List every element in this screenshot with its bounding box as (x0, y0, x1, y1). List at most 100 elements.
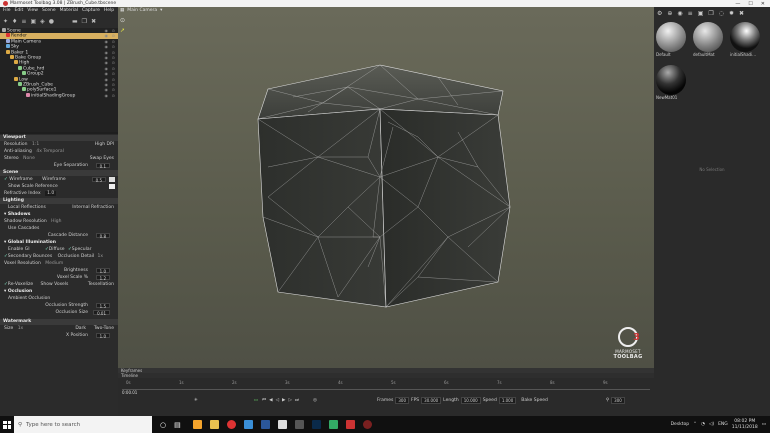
app-icon-4[interactable] (243, 420, 253, 429)
voxel-scale-field[interactable]: 1.2 (95, 275, 110, 281)
material-newmat01[interactable]: NewMat01 (656, 65, 688, 100)
occ-strength-field[interactable]: 1.5 (95, 303, 110, 309)
search-input[interactable]: Type here to search (26, 422, 80, 428)
record-icon[interactable]: ▭ (254, 398, 258, 403)
link-icon[interactable]: ⊕ (667, 10, 672, 17)
end-frame-field[interactable]: 300 (611, 396, 625, 404)
desktop-toolbar[interactable]: Desktop (671, 422, 690, 427)
skip-end-icon[interactable]: ⏭ (295, 397, 299, 403)
word-icon[interactable] (260, 420, 270, 429)
step-forward-icon[interactable]: ▷ (289, 398, 292, 403)
trash-icon[interactable]: ✖ (739, 10, 744, 17)
scale-color-swatch[interactable] (109, 184, 115, 189)
play-reverse-icon[interactable]: ◁ (276, 398, 279, 403)
gear-icon[interactable]: ✹ (729, 10, 734, 17)
cascade-field[interactable]: 0.8 (95, 233, 110, 239)
show-scale-toggle[interactable]: Show Scale Reference (8, 184, 58, 189)
xpos-field[interactable]: 1.0 (95, 333, 110, 339)
clock[interactable]: 08:02 PM 11/11/2018 (732, 419, 758, 430)
list-icon[interactable]: ≡ (21, 18, 26, 25)
length-field[interactable]: 10.000 (460, 396, 481, 404)
trash-icon[interactable]: ✖ (91, 18, 96, 25)
store-icon[interactable] (294, 420, 304, 429)
network-icon[interactable]: ◔ (701, 422, 705, 427)
timeline-header[interactable]: Timeline (118, 373, 654, 378)
frames-field[interactable]: 300 (395, 396, 409, 404)
local-reflections-toggle[interactable]: Local Reflections (8, 205, 46, 210)
two-tone-toggle[interactable]: Two-Tone (94, 325, 114, 332)
folder-icon[interactable]: ▣ (698, 10, 704, 17)
brightness-field[interactable]: 1.0 (95, 268, 110, 274)
refractive-field[interactable]: 1.0 (45, 191, 57, 196)
swap-eyes-toggle[interactable]: Swap Eyes (90, 155, 114, 162)
task-view-icon[interactable]: ▤ (174, 421, 181, 429)
bulb-icon[interactable]: ♦ (12, 18, 17, 25)
chrome-icon[interactable] (226, 420, 236, 429)
enable-gi-toggle[interactable]: Enable GI (8, 247, 30, 252)
occlusion-detail-dropdown[interactable]: 1x (98, 254, 104, 259)
material-defaultmat[interactable]: defaultMat (693, 22, 725, 57)
copy-icon[interactable]: ❐ (708, 10, 713, 17)
fps-field[interactable]: 30.000 (421, 396, 442, 404)
speed-field[interactable]: 1.000 (498, 396, 517, 404)
key-icon[interactable]: ✳ (194, 398, 198, 403)
material-default[interactable]: Default (656, 22, 688, 57)
bake-speed-button[interactable]: Bake Speed (521, 398, 548, 403)
stereo-dropdown[interactable]: None (23, 156, 35, 161)
taskbar-search[interactable]: ⚲ Type here to search (14, 416, 152, 433)
voxel-res-dropdown[interactable]: Medium (45, 261, 63, 266)
menu-material[interactable]: Material (60, 8, 78, 13)
menu-edit[interactable]: Edit (15, 8, 24, 13)
light-icon[interactable]: ✦ (3, 18, 8, 25)
eye-separation-field[interactable]: 0.1 (95, 163, 110, 169)
internal-refraction-toggle[interactable]: Internal Refraction (72, 204, 114, 211)
camera-icon[interactable]: ▣ (30, 18, 36, 25)
sphere-icon[interactable]: ● (49, 18, 54, 25)
menu-help[interactable]: Help (104, 8, 114, 13)
language-indicator[interactable]: ENG (718, 422, 728, 427)
time-ruler[interactable]: 0s 1s 2s 3s 4s 5s 6s 7s 8s 9s (122, 380, 650, 390)
resolution-dropdown[interactable]: 1:1 (32, 142, 39, 147)
menu-scene[interactable]: Scene (42, 8, 56, 13)
maximize-button[interactable]: ☐ (748, 1, 752, 7)
pin-icon[interactable]: ⚲ (606, 398, 609, 403)
folder-icon[interactable]: ▬ (72, 18, 78, 25)
mesh-icon[interactable]: ◈ (40, 18, 45, 25)
shadow-res-dropdown[interactable]: High (51, 219, 61, 224)
antialias-dropdown[interactable]: 4x Temporal (36, 149, 64, 154)
notifications-icon[interactable]: ▭ (762, 422, 766, 427)
start-button[interactable] (0, 416, 14, 433)
menu-capture[interactable]: Capture (82, 8, 100, 13)
close-button[interactable]: ✕ (761, 1, 765, 7)
list-icon[interactable]: ≡ (688, 10, 693, 17)
settings-icon[interactable]: ⚙ (657, 10, 662, 17)
wireframe-checkbox[interactable]: ✓ (4, 177, 8, 182)
play-icon[interactable]: ▶ (282, 398, 285, 403)
app-icon-1[interactable] (192, 420, 202, 429)
material-initialshading[interactable]: initialShadi... (730, 22, 762, 57)
visibility-icon[interactable]: ◉ (105, 93, 109, 98)
menu-view[interactable]: View (27, 8, 38, 13)
step-back-icon[interactable]: ◀ (269, 398, 272, 403)
wireframe-color-swatch[interactable] (109, 177, 115, 182)
photoshop-icon[interactable] (311, 420, 321, 429)
use-cascades-toggle[interactable]: Use Cascades (8, 226, 39, 231)
mail-icon[interactable] (277, 420, 287, 429)
outliner-item[interactable]: initialShadingGroup ◉ ⊙ (0, 92, 118, 98)
show-voxels-button[interactable]: Show Voxels (41, 282, 69, 287)
revoxelize-button[interactable]: Re-Voxelize (8, 282, 33, 287)
loop-icon[interactable]: ◎ (313, 398, 317, 403)
skip-start-icon[interactable]: ⏮ (262, 397, 266, 403)
chevron-up-icon[interactable]: ⌃ (693, 422, 697, 427)
tessellation-button[interactable]: Tessellation (88, 281, 114, 288)
marmoset-icon[interactable] (362, 420, 372, 429)
lock-icon[interactable]: ⊙ (112, 93, 115, 98)
app-icon-9[interactable] (328, 420, 338, 429)
gi-header[interactable]: ▾ Global Illumination (0, 239, 118, 246)
high-dpi-toggle[interactable]: High DPI (95, 141, 114, 148)
explorer-icon[interactable] (209, 420, 219, 429)
shadows-header[interactable]: ▾ Shadows (0, 211, 118, 218)
minimize-button[interactable]: — (735, 1, 740, 7)
occ-size-field[interactable]: 0.01 (93, 310, 110, 316)
dark-toggle[interactable]: Dark (75, 325, 86, 332)
